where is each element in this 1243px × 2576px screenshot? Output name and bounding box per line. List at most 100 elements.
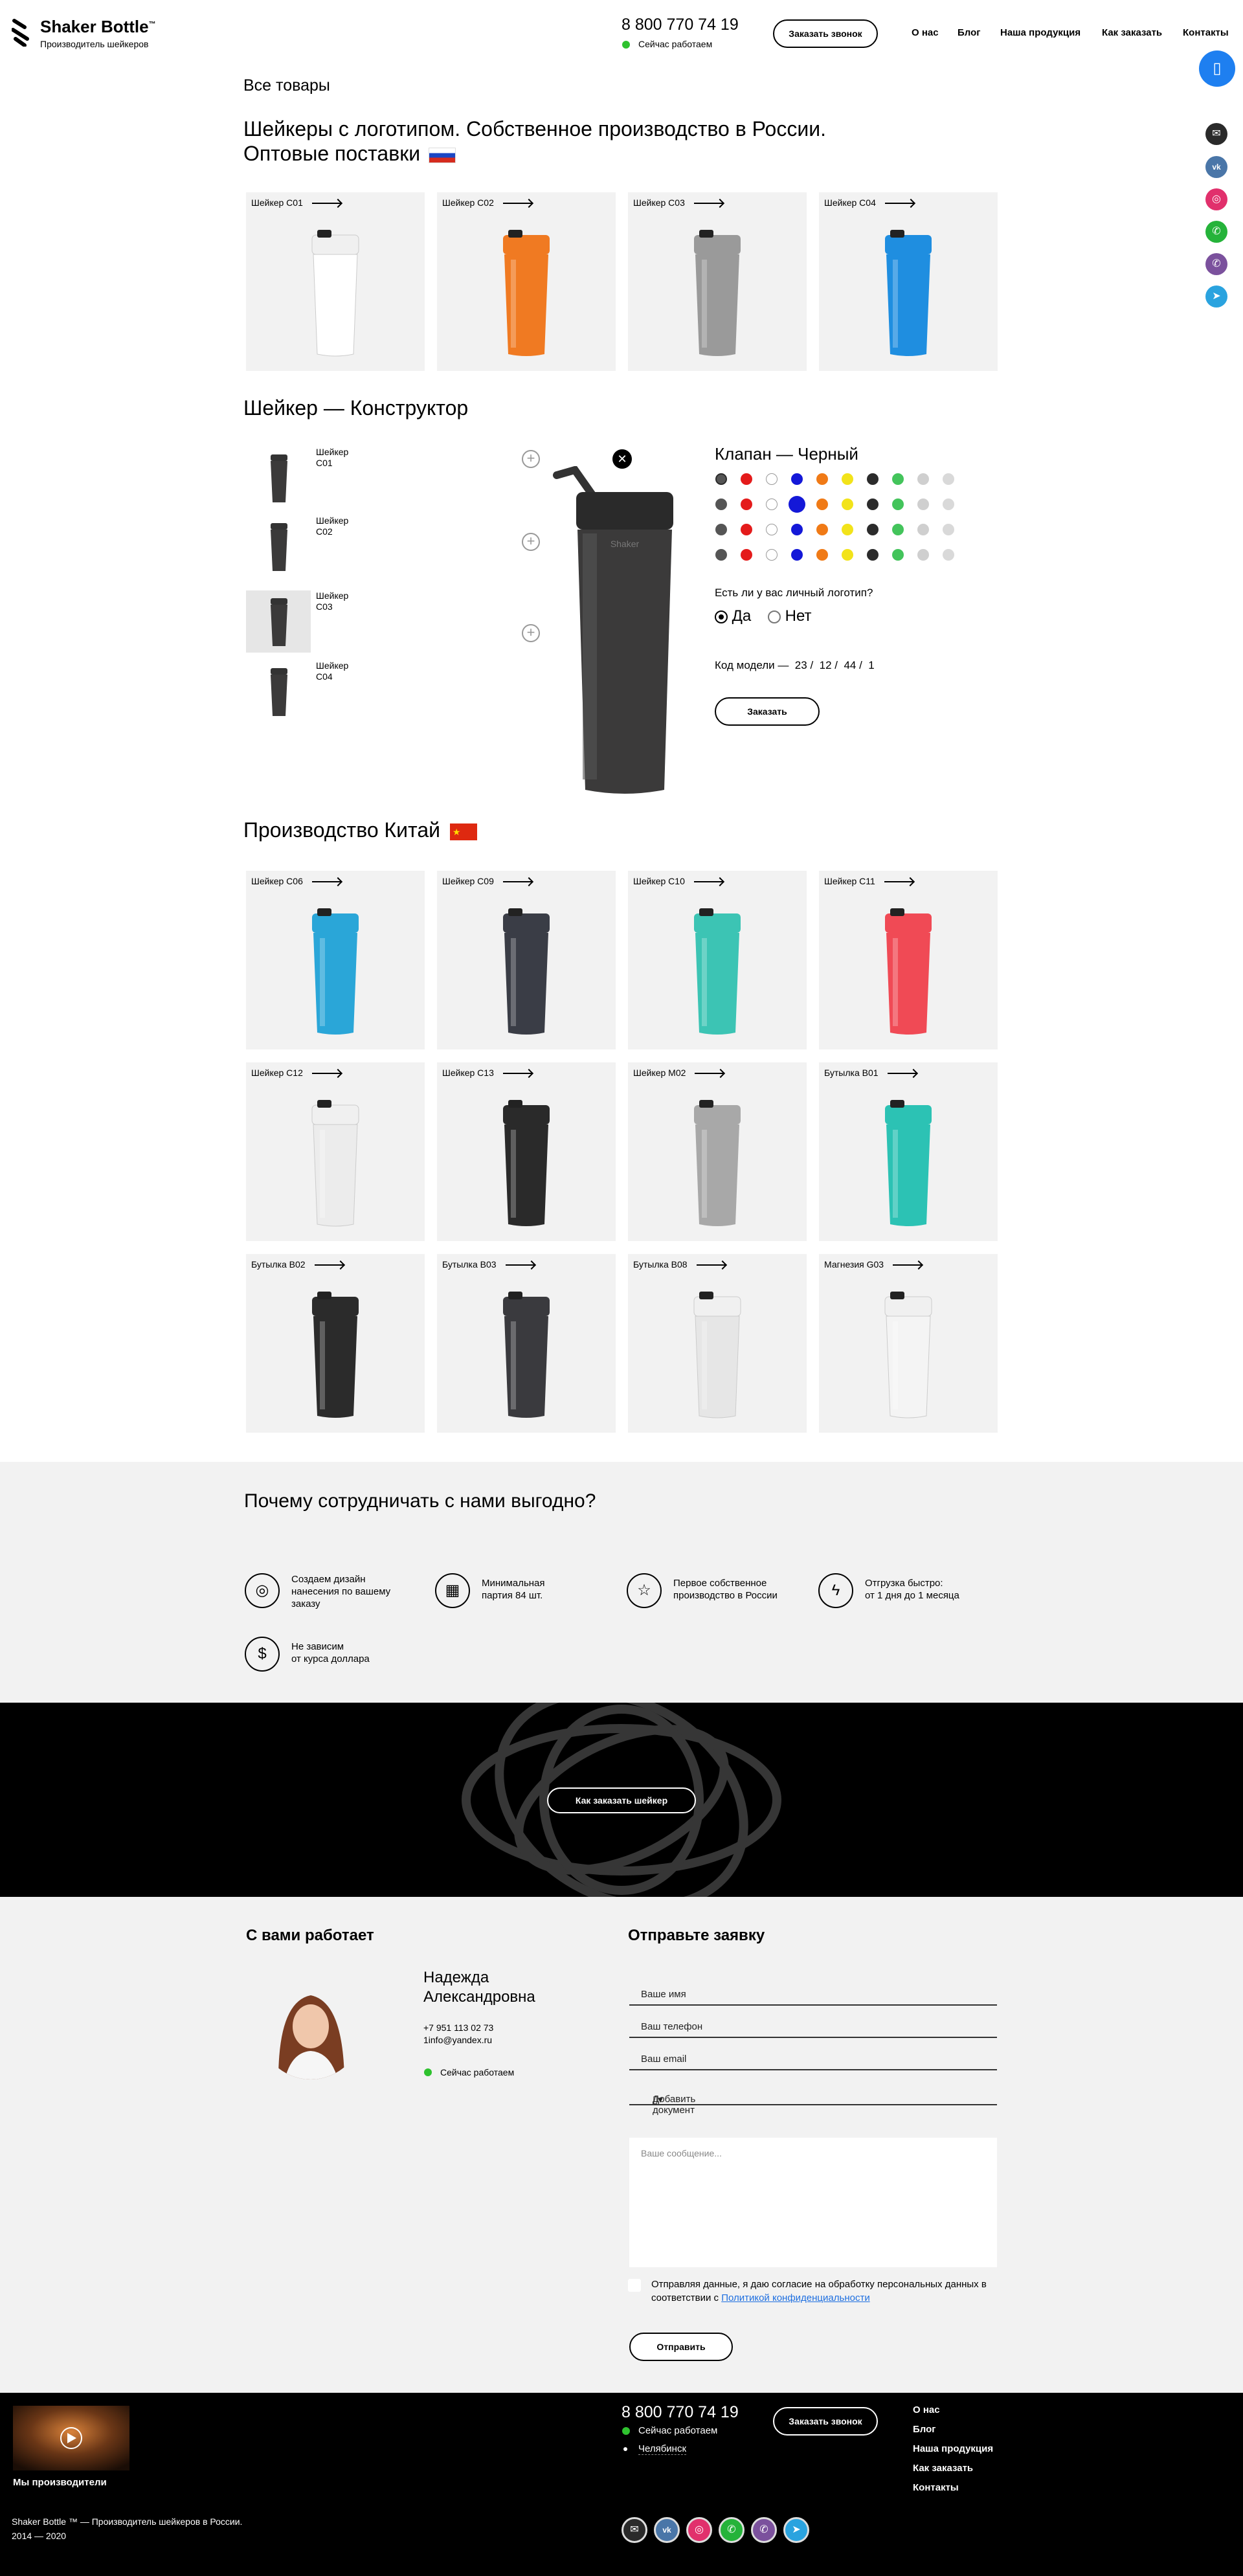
color-swatch[interactable] <box>791 549 803 561</box>
color-swatch[interactable] <box>943 498 954 510</box>
logo-product-card[interactable]: Шейкер C03 <box>628 192 807 371</box>
china-product-card[interactable]: Шейкер C13 <box>437 1062 616 1241</box>
footer-nav-blog[interactable]: Блог <box>913 2420 993 2439</box>
color-swatch[interactable] <box>791 524 803 535</box>
color-swatch[interactable] <box>867 549 879 561</box>
color-swatch[interactable] <box>892 524 904 535</box>
color-swatch[interactable] <box>842 473 853 485</box>
color-swatch[interactable] <box>715 473 727 485</box>
color-swatch[interactable] <box>715 524 727 535</box>
china-product-card[interactable]: Бутылка B01 <box>819 1062 998 1241</box>
phone-field[interactable]: Ваш телефон <box>629 2016 997 2038</box>
footer-callback-button[interactable]: Заказать звонок <box>773 2407 878 2436</box>
privacy-policy-link[interactable]: Политикой конфиденциальности <box>721 2292 870 2303</box>
footer-email-icon[interactable]: ✉ <box>622 2517 647 2543</box>
color-swatch[interactable] <box>943 549 954 561</box>
color-swatch[interactable] <box>816 549 828 561</box>
footer-nav-products[interactable]: Наша продукция <box>913 2439 993 2459</box>
nav-how-to-order[interactable]: Как заказать <box>1102 27 1162 38</box>
logo-yes-radio[interactable]: Да <box>715 607 751 625</box>
color-swatch[interactable] <box>791 473 803 485</box>
color-swatch[interactable] <box>741 549 752 561</box>
color-swatch[interactable] <box>741 473 752 485</box>
color-swatch[interactable] <box>917 549 929 561</box>
side-telegram-icon[interactable]: ➤ <box>1205 286 1227 308</box>
logo-no-radio[interactable]: Нет <box>768 607 812 625</box>
color-swatch[interactable] <box>766 524 778 535</box>
footer-viber-icon[interactable]: ✆ <box>751 2517 777 2543</box>
logo-product-card[interactable]: Шейкер C02 <box>437 192 616 371</box>
color-swatch[interactable] <box>867 524 879 535</box>
color-swatch[interactable] <box>741 524 752 535</box>
footer-city[interactable]: Челябинск <box>638 2443 687 2455</box>
color-swatch[interactable] <box>766 498 778 510</box>
footer-whatsapp-icon[interactable]: ✆ <box>719 2517 745 2543</box>
cart-button[interactable]: ▯ <box>1199 50 1235 87</box>
nav-blog[interactable]: Блог <box>957 27 981 38</box>
footer-instagram-icon[interactable]: ◎ <box>686 2517 712 2543</box>
constructor-model-item[interactable]: Шейкер C02 <box>246 515 375 577</box>
color-swatch[interactable] <box>892 549 904 561</box>
add-icon[interactable]: + <box>522 624 540 642</box>
side-whatsapp-icon[interactable]: ✆ <box>1205 221 1227 243</box>
color-swatch[interactable] <box>892 473 904 485</box>
callback-button[interactable]: Заказать звонок <box>773 19 878 48</box>
side-instagram-icon[interactable]: ◎ <box>1205 188 1227 210</box>
color-swatch[interactable] <box>789 496 805 513</box>
logo-product-card[interactable]: Шейкер C04 <box>819 192 998 371</box>
color-swatch[interactable] <box>917 498 929 510</box>
color-swatch[interactable] <box>816 498 828 510</box>
color-swatch[interactable] <box>917 473 929 485</box>
color-swatch[interactable] <box>842 524 853 535</box>
color-swatch[interactable] <box>842 549 853 561</box>
name-field[interactable]: Ваше имя <box>629 1984 997 2006</box>
china-product-card[interactable]: Шейкер C09 <box>437 871 616 1049</box>
color-swatch[interactable] <box>842 498 853 510</box>
china-product-card[interactable]: Шейкер C10 <box>628 871 807 1049</box>
side-viber-icon[interactable]: ✆ <box>1205 253 1227 275</box>
add-icon[interactable]: + <box>522 533 540 551</box>
footer-nav-contacts[interactable]: Контакты <box>913 2478 993 2498</box>
china-product-card[interactable]: Шейкер M02 <box>628 1062 807 1241</box>
constructor-order-button[interactable]: Заказать <box>715 697 820 726</box>
constructor-model-item[interactable]: Шейкер C04 <box>246 660 375 722</box>
footer-vk-icon[interactable]: vk <box>654 2517 680 2543</box>
color-swatch[interactable] <box>715 498 727 510</box>
attach-document-field[interactable]: Добавить документ ▯▾ <box>629 2083 997 2116</box>
color-swatch[interactable] <box>715 549 727 561</box>
china-product-card[interactable]: Шейкер C11 <box>819 871 998 1049</box>
manager-email[interactable]: 1info@yandex.ru <box>423 2035 492 2045</box>
color-swatch[interactable] <box>892 498 904 510</box>
china-product-card[interactable]: Бутылка B02 <box>246 1254 425 1433</box>
china-product-card[interactable]: Бутылка B08 <box>628 1254 807 1433</box>
nav-contacts[interactable]: Контакты <box>1183 27 1229 38</box>
side-vk-icon[interactable]: vk <box>1205 156 1227 178</box>
manager-phone[interactable]: +7 951 113 02 73 <box>423 2022 493 2033</box>
footer-phone[interactable]: 8 800 770 74 19 <box>622 2403 739 2422</box>
logo-product-card[interactable]: Шейкер C01 <box>246 192 425 371</box>
how-to-order-button[interactable]: Как заказать шейкер <box>547 1787 696 1813</box>
color-swatch[interactable] <box>867 498 879 510</box>
submit-button[interactable]: Отправить <box>629 2333 733 2361</box>
color-swatch[interactable] <box>816 524 828 535</box>
color-swatch[interactable] <box>766 473 778 485</box>
china-product-card[interactable]: Шейкер C06 <box>246 871 425 1049</box>
china-product-card[interactable]: Бутылка B03 <box>437 1254 616 1433</box>
footer-nav-about[interactable]: О нас <box>913 2401 993 2420</box>
constructor-model-item[interactable]: Шейкер C01 <box>246 447 375 509</box>
china-product-card[interactable]: Шейкер C12 <box>246 1062 425 1241</box>
color-swatch[interactable] <box>943 473 954 485</box>
message-textarea[interactable]: Ваше сообщение... <box>629 2138 997 2267</box>
color-swatch[interactable] <box>867 473 879 485</box>
header-phone[interactable]: 8 800 770 74 19 <box>622 16 739 34</box>
china-product-card[interactable]: Магнезия G03 <box>819 1254 998 1433</box>
footer-telegram-icon[interactable]: ➤ <box>783 2517 809 2543</box>
footer-nav-how-to-order[interactable]: Как заказать <box>913 2459 993 2478</box>
nav-about[interactable]: О нас <box>912 27 939 38</box>
color-swatch[interactable] <box>917 524 929 535</box>
side-email-icon[interactable]: ✉ <box>1205 123 1227 145</box>
color-swatch[interactable] <box>816 473 828 485</box>
production-video-thumbnail[interactable] <box>13 2406 129 2470</box>
email-field[interactable]: Ваш email <box>629 2048 997 2070</box>
color-swatch[interactable] <box>741 498 752 510</box>
